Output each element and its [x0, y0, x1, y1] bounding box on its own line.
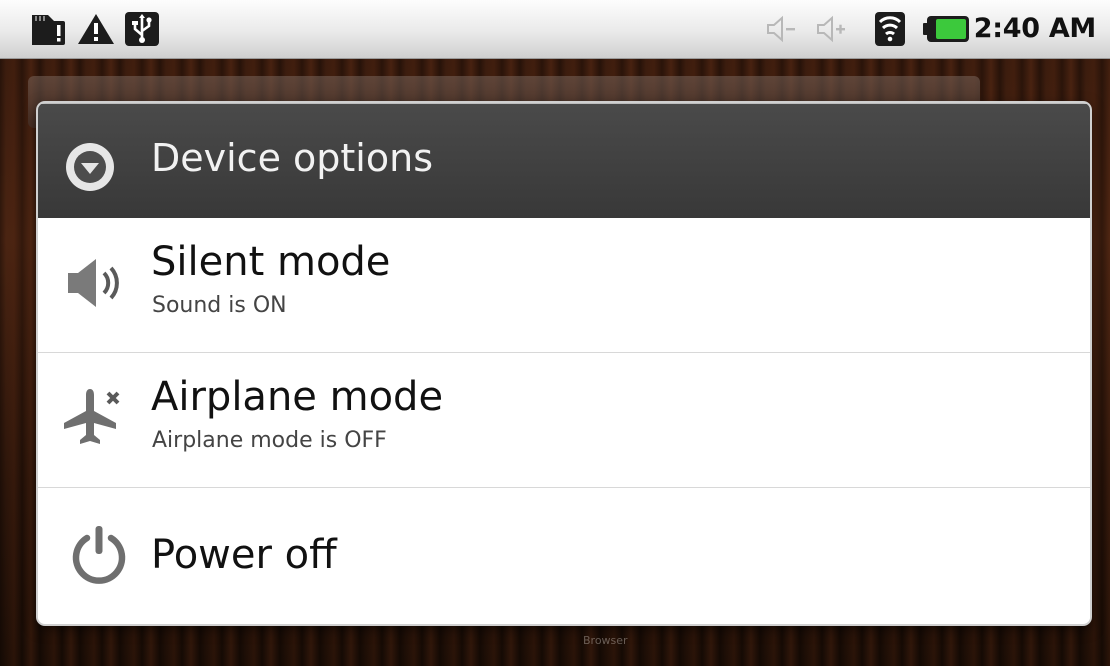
- device-options-dialog: Device options Silent mode Sound is ON A…: [38, 103, 1090, 624]
- power-icon: [72, 526, 126, 584]
- silent-mode-option[interactable]: Silent mode Sound is ON: [38, 218, 1090, 353]
- dock-browser-label: Browser: [583, 634, 628, 647]
- power-off-title: Power off: [151, 532, 337, 578]
- volume-down-icon[interactable]: [764, 11, 798, 47]
- battery-icon: [923, 16, 969, 42]
- speaker-icon: [68, 259, 119, 307]
- dialog-title: Device options: [151, 136, 433, 180]
- chevron-down-circle-icon: [66, 143, 114, 191]
- sd-card-warning-icon: [32, 15, 65, 45]
- airplane-mode-option[interactable]: Airplane mode Airplane mode is OFF: [38, 353, 1090, 488]
- airplane-mode-title: Airplane mode: [151, 374, 444, 420]
- airplane-mode-status: Airplane mode is OFF: [152, 428, 387, 453]
- wifi-icon: [875, 12, 905, 46]
- volume-up-icon[interactable]: [814, 11, 848, 47]
- status-bar[interactable]: 2:40 AM: [0, 0, 1110, 59]
- power-off-option[interactable]: Power off: [38, 488, 1090, 622]
- warning-icon: [78, 14, 114, 44]
- silent-mode-title: Silent mode: [151, 239, 391, 285]
- silent-mode-status: Sound is ON: [152, 293, 287, 318]
- airplane-icon: [64, 389, 120, 444]
- dialog-header: Device options: [38, 103, 1090, 219]
- clock: 2:40 AM: [973, 13, 1097, 44]
- usb-icon: [125, 12, 159, 46]
